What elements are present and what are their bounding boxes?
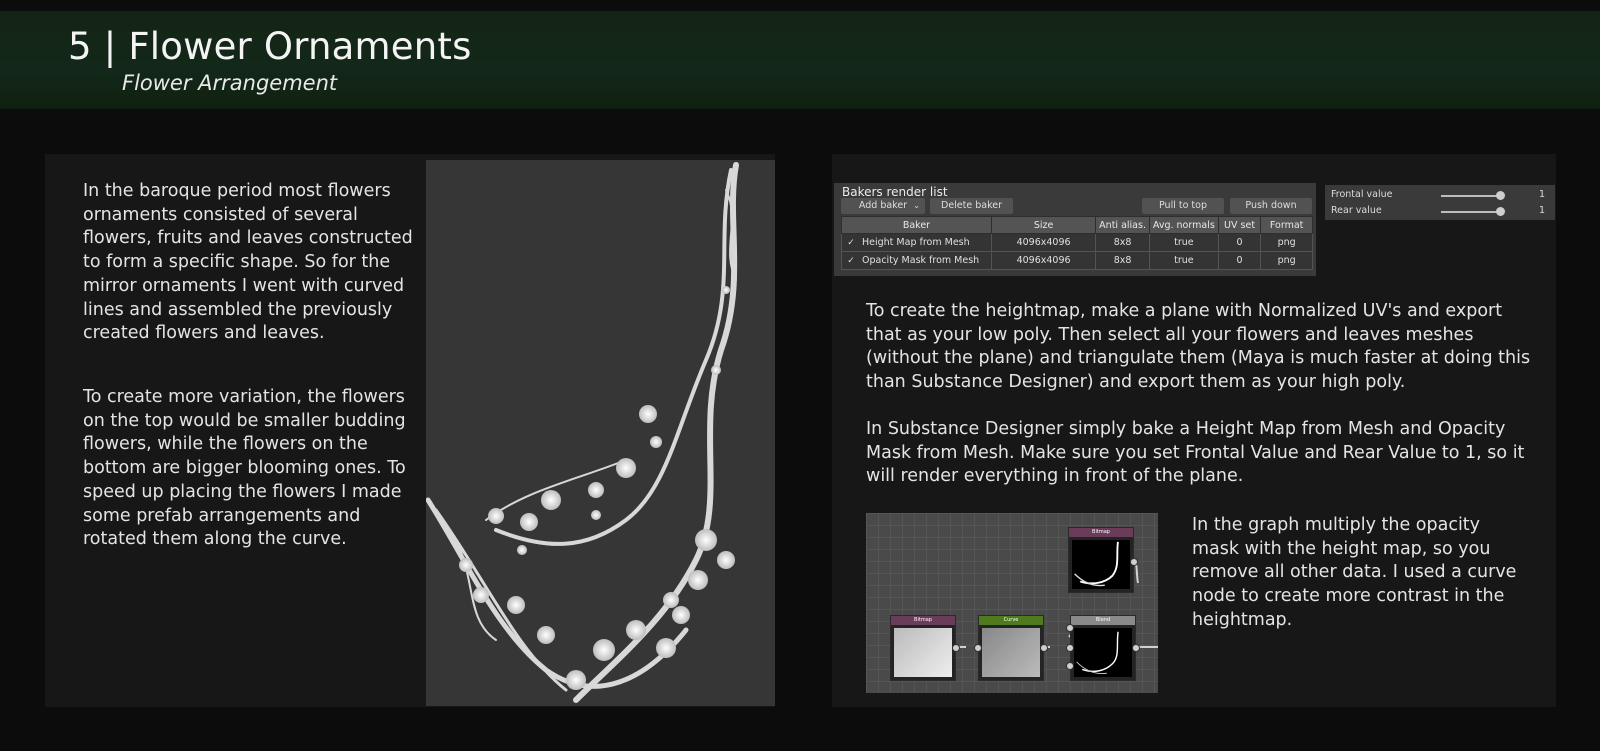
output-pin[interactable] bbox=[1130, 558, 1138, 566]
rear-value-label: Rear value bbox=[1331, 205, 1382, 216]
node-title: Bitmap bbox=[891, 616, 955, 625]
baker-size: 4096x4096 bbox=[990, 251, 1097, 270]
height-map-thumbnail bbox=[894, 628, 952, 677]
pull-to-top-button[interactable]: Pull to top bbox=[1142, 198, 1224, 214]
left-paragraph-2: To create more variation, the flowers on… bbox=[83, 387, 406, 550]
rear-value-slider[interactable] bbox=[1441, 211, 1501, 213]
rear-value-number: 1 bbox=[1538, 205, 1545, 216]
page-title: 5 | Flower Ornaments bbox=[68, 25, 472, 68]
node-graph: Bitmap Bitmap Curve Blend bbox=[866, 513, 1158, 693]
column-header: Baker bbox=[841, 216, 992, 234]
checkbox-checked-icon[interactable]: ✓ bbox=[846, 256, 856, 266]
column-header: Size bbox=[990, 216, 1097, 234]
left-paragraph-1: In the baroque period most flowers ornam… bbox=[83, 181, 413, 344]
frontal-value-row: Frontal value 1 bbox=[1331, 189, 1551, 203]
push-down-button[interactable]: Push down bbox=[1230, 198, 1312, 214]
delete-baker-button[interactable]: Delete baker bbox=[930, 198, 1013, 214]
baker-uv-set: 0 bbox=[1217, 233, 1262, 252]
table-row[interactable]: ✓ Height Map from Mesh 4096x4096 8x8 true… bbox=[841, 233, 1313, 252]
baker-uv-set: 0 bbox=[1217, 251, 1262, 270]
chevron-down-icon: ⌄ bbox=[913, 201, 920, 210]
bakers-title: Bakers render list bbox=[842, 185, 948, 199]
bakers-render-list: Bakers render list Add baker ⌄ Delete ba… bbox=[834, 183, 1316, 276]
frontal-value-number: 1 bbox=[1538, 189, 1545, 200]
baker-avg-normals: true bbox=[1148, 251, 1219, 270]
baker-format: png bbox=[1260, 251, 1313, 270]
flower-ornament-image bbox=[426, 162, 739, 703]
curve-thumbnail bbox=[982, 628, 1040, 677]
output-pin[interactable] bbox=[952, 644, 960, 652]
checkbox-checked-icon[interactable]: ✓ bbox=[846, 238, 856, 248]
bakers-table: Baker Size Anti alias. Avg. normals UV s… bbox=[841, 216, 1313, 270]
input-pin[interactable] bbox=[974, 644, 982, 652]
column-header: Format bbox=[1260, 216, 1313, 234]
node-title: Curve bbox=[979, 616, 1043, 625]
output-pin[interactable] bbox=[1040, 644, 1048, 652]
baker-name: Height Map from Mesh bbox=[862, 237, 970, 248]
flower-ornament-render bbox=[426, 160, 775, 706]
frontal-value-slider[interactable] bbox=[1441, 195, 1501, 197]
baker-name: Opacity Mask from Mesh bbox=[862, 255, 980, 266]
frontal-value-slider-handle[interactable] bbox=[1496, 191, 1505, 200]
output-pin[interactable] bbox=[1132, 644, 1140, 652]
table-row[interactable]: ✓ Opacity Mask from Mesh 4096x4096 8x8 tr… bbox=[841, 251, 1313, 270]
blend-thumbnail bbox=[1076, 631, 1119, 675]
baker-size: 4096x4096 bbox=[990, 233, 1097, 252]
input-pin[interactable] bbox=[1066, 662, 1074, 670]
right-paragraph-1: To create the heightmap, make a plane wi… bbox=[866, 301, 1531, 393]
right-paragraph-2: In Substance Designer simply bake a Heig… bbox=[866, 419, 1525, 487]
node-curve[interactable]: Curve bbox=[974, 615, 1048, 681]
node-bitmap-top[interactable]: Bitmap bbox=[1068, 527, 1138, 593]
node-title: Bitmap bbox=[1069, 528, 1133, 537]
node-bitmap-left[interactable]: Bitmap bbox=[890, 615, 960, 681]
baker-anti-alias: 8x8 bbox=[1095, 251, 1150, 270]
input-pin[interactable] bbox=[1066, 644, 1074, 652]
column-header: Avg. normals bbox=[1148, 216, 1219, 234]
baker-avg-normals: true bbox=[1148, 233, 1219, 252]
opacity-mask-thumbnail bbox=[1074, 541, 1119, 587]
page-subtitle: Flower Arrangement bbox=[122, 71, 338, 95]
node-title: Blend bbox=[1071, 616, 1135, 625]
column-header: Anti alias. bbox=[1095, 216, 1150, 234]
node-blend[interactable]: Blend bbox=[1066, 615, 1140, 681]
add-baker-button[interactable]: Add baker ⌄ bbox=[841, 198, 925, 214]
frontal-rear-values: Frontal value 1 Rear value 1 bbox=[1325, 185, 1555, 220]
column-header: UV set bbox=[1217, 216, 1262, 234]
rear-value-row: Rear value 1 bbox=[1331, 205, 1551, 219]
add-baker-label: Add baker bbox=[858, 200, 908, 211]
header-banner: 5 | Flower Ornaments Flower Arrangement bbox=[0, 11, 1600, 109]
rear-value-slider-handle[interactable] bbox=[1496, 207, 1505, 216]
frontal-value-label: Frontal value bbox=[1331, 189, 1393, 200]
right-paragraph-3: In the graph multiply the opacity mask w… bbox=[1192, 515, 1517, 630]
input-pin[interactable] bbox=[1066, 624, 1074, 632]
baker-anti-alias: 8x8 bbox=[1095, 233, 1150, 252]
baker-format: png bbox=[1260, 233, 1313, 252]
